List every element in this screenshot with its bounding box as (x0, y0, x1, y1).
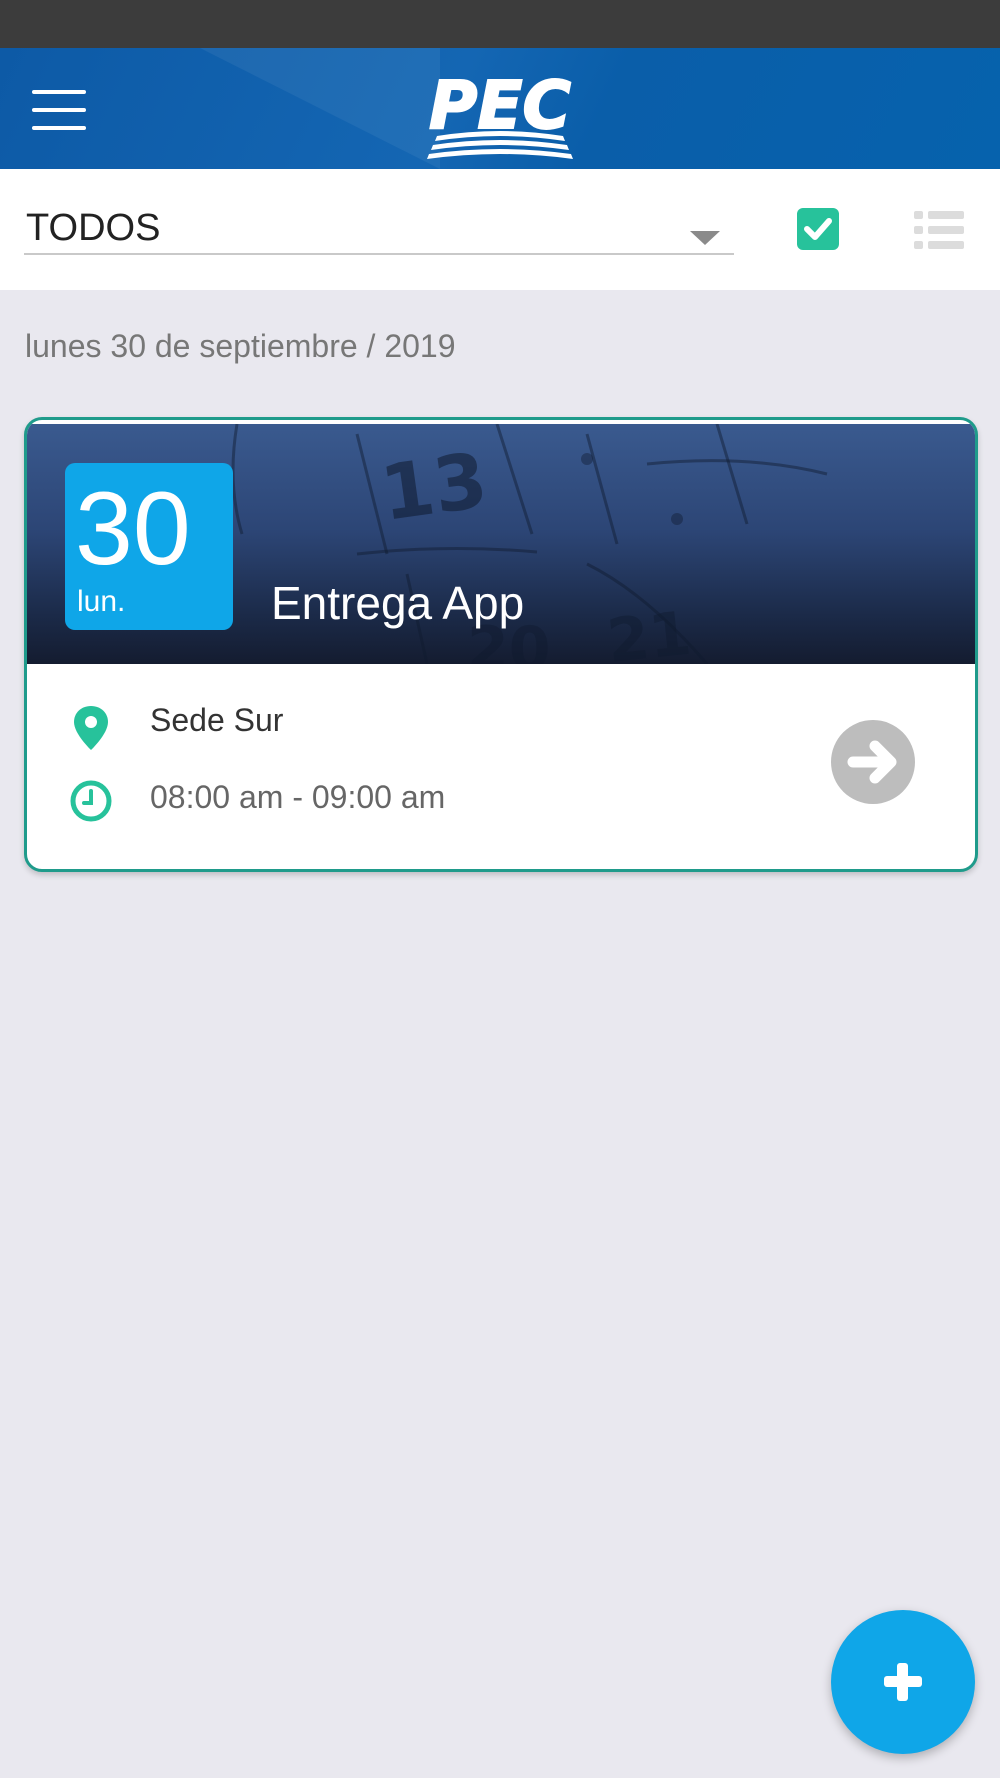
date-heading: lunes 30 de septiembre / 2019 (25, 328, 456, 364)
event-location: Sede Sur (150, 702, 284, 738)
event-time: 08:00 am - 09:00 am (150, 779, 446, 815)
list-view-button[interactable] (914, 211, 964, 249)
filter-bar: TODOS (0, 169, 1000, 290)
plus-icon-stem (897, 1663, 908, 1701)
menu-icon-line (32, 126, 86, 130)
status-bar (0, 0, 1000, 48)
header-decoration (200, 48, 440, 169)
event-banner: 13 21 20 30 lun. Entrega App (27, 424, 975, 664)
app-header: PEC (0, 48, 1000, 169)
date-badge: 30 lun. (65, 463, 233, 630)
menu-button[interactable] (32, 90, 86, 130)
pec-logo: PEC (427, 66, 573, 159)
check-square-icon (804, 218, 832, 240)
list-icon (914, 211, 964, 249)
arrow-right-icon[interactable] (831, 720, 915, 804)
menu-icon (32, 90, 86, 94)
location-pin-icon (74, 706, 108, 750)
check-view-button[interactable] (797, 208, 839, 250)
chevron-down-icon (690, 231, 720, 245)
clock-icon (70, 780, 112, 822)
category-select[interactable]: TODOS (24, 203, 734, 255)
svg-text:13: 13 (375, 435, 492, 538)
svg-text:21: 21 (604, 599, 694, 664)
add-event-button[interactable] (831, 1610, 975, 1754)
event-title: Entrega App (271, 577, 525, 629)
menu-icon-line (32, 108, 86, 112)
event-card[interactable]: 13 21 20 30 lun. Entrega App Sede Sur 08… (24, 417, 978, 872)
event-day: 30 (75, 471, 191, 587)
event-weekday: lun. (77, 585, 126, 618)
category-select-value: TODOS (26, 207, 161, 249)
event-details: Sede Sur 08:00 am - 09:00 am (27, 664, 975, 869)
